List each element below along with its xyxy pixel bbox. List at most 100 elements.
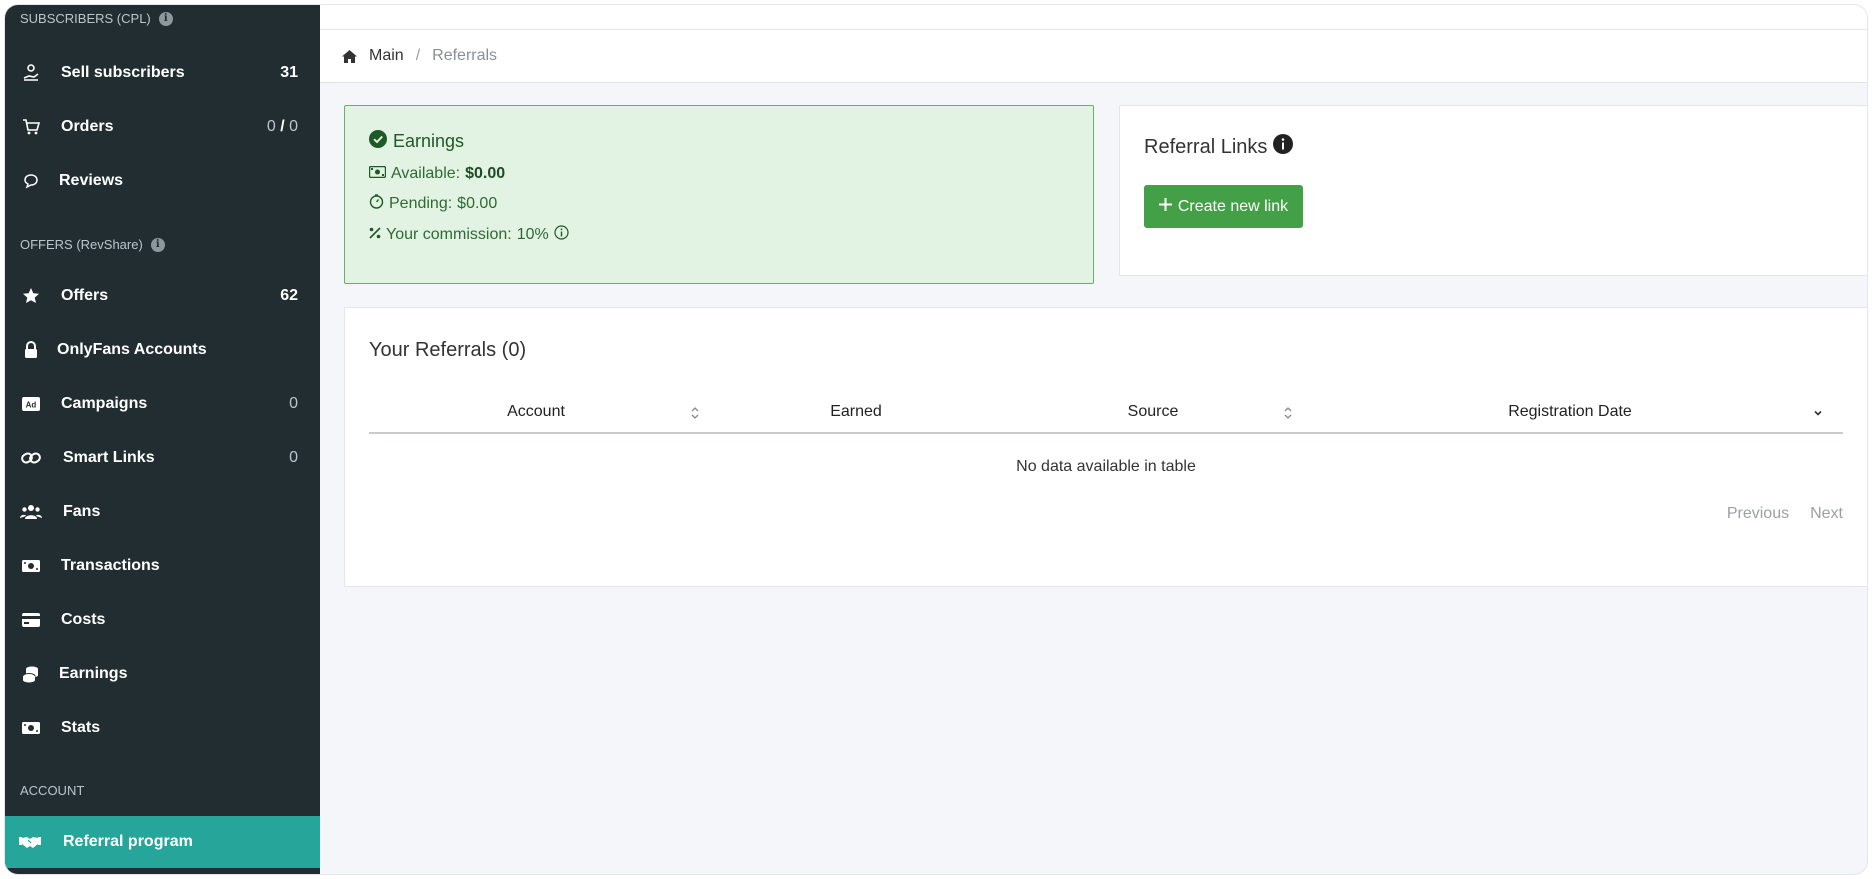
pagination: Previous Next <box>1727 505 1843 523</box>
create-new-link-button[interactable]: Create new link <box>1144 185 1303 228</box>
link-icon <box>20 447 42 469</box>
sidebar-item-costs[interactable]: Costs <box>5 595 320 645</box>
commission-label: Your commission: <box>386 226 512 243</box>
sidebar-item-referral-program[interactable]: Referral program <box>5 816 320 868</box>
column-header-earned[interactable]: Earned <box>703 392 1009 432</box>
column-header-source[interactable]: Source <box>1009 392 1297 432</box>
section-title: ACCOUNT <box>20 783 85 798</box>
sidebar-item-count: 0 <box>289 395 298 412</box>
sidebar-item-label: Offers <box>61 287 109 304</box>
sidebar: SUBSCRIBERS (CPL) i Sell subscribers 31 … <box>5 5 320 874</box>
section-header-account: ACCOUNT <box>20 783 84 798</box>
commission-value: 10% <box>516 226 549 243</box>
sidebar-item-sell-subscribers[interactable]: Sell subscribers 31 <box>5 48 320 98</box>
breadcrumb-main-link[interactable]: Main <box>369 47 404 65</box>
sidebar-item-label: Smart Links <box>63 449 155 466</box>
section-header-offers: OFFERS (RevShare) i <box>20 237 165 252</box>
sidebar-item-label: Earnings <box>59 665 128 682</box>
breadcrumb-current: Referrals <box>432 47 498 64</box>
orders-count-separator: / <box>280 118 285 135</box>
referral-links-title-row: Referral Links <box>1144 134 1843 160</box>
section-title: OFFERS (RevShare) <box>20 237 143 252</box>
cart-icon <box>20 116 42 138</box>
check-circle-icon <box>369 130 387 153</box>
available-label: Available: <box>391 165 461 182</box>
sidebar-item-label: Stats <box>61 719 101 736</box>
table-header: Account Earned Source Registration Date <box>369 392 1843 434</box>
column-header-label: Account <box>507 403 565 420</box>
money-bill-icon <box>368 165 387 183</box>
orders-count-current: 0 <box>266 118 276 135</box>
earnings-title: Earnings <box>393 131 465 151</box>
orders-count-total: 0 <box>289 118 298 135</box>
star-icon <box>20 285 42 307</box>
timer-icon <box>369 194 384 214</box>
ad-icon: Ad <box>20 393 42 415</box>
info-icon[interactable] <box>1273 134 1294 160</box>
sidebar-item-fans[interactable]: Fans <box>5 487 320 537</box>
coins-icon <box>20 663 42 685</box>
sidebar-item-orders[interactable]: Orders 0 / 0 <box>5 102 320 152</box>
breadcrumb: Main / Referrals <box>320 30 1867 83</box>
pending-label: Pending: <box>389 195 453 212</box>
column-header-label: Source <box>1127 403 1179 420</box>
sidebar-item-label: OnlyFans Accounts <box>57 341 207 358</box>
sidebar-item-label: Fans <box>63 503 101 520</box>
section-title: SUBSCRIBERS (CPL) <box>20 11 151 26</box>
sidebar-item-stats[interactable]: Stats <box>5 703 320 753</box>
info-icon[interactable]: i <box>150 237 165 252</box>
pagination-next[interactable]: Next <box>1810 505 1843 523</box>
earnings-commission-row: Your commission: 10% <box>369 225 1069 245</box>
money-bill-icon <box>20 717 42 739</box>
earnings-card: Earnings Available: $0.00 Pending: $0.00 <box>344 105 1094 284</box>
sidebar-item-count: 62 <box>280 287 298 304</box>
users-icon <box>20 501 42 523</box>
sidebar-item-campaigns[interactable]: Ad Campaigns 0 <box>5 379 320 429</box>
plus-icon <box>1158 197 1172 216</box>
sidebar-item-earnings[interactable]: Earnings <box>5 649 320 699</box>
app-window: SUBSCRIBERS (CPL) i Sell subscribers 31 … <box>4 4 1868 875</box>
sidebar-item-label: Referral program <box>63 833 193 850</box>
column-header-label: Registration Date <box>1508 403 1632 420</box>
sidebar-item-onlyfans-accounts[interactable]: OnlyFans Accounts <box>5 325 320 375</box>
referrals-table-card: Your Referrals (0) Account Earned Source… <box>344 307 1867 587</box>
handshake-icon <box>19 831 41 853</box>
breadcrumb-separator: / <box>415 47 421 64</box>
sort-icon[interactable] <box>690 404 700 422</box>
available-value: $0.00 <box>465 165 506 182</box>
sidebar-item-count: 0 <box>289 449 298 466</box>
info-icon[interactable]: i <box>158 11 173 26</box>
svg-text:Ad: Ad <box>26 401 37 410</box>
sidebar-item-offers[interactable]: Offers 62 <box>5 271 320 321</box>
earnings-pending-row: Pending: $0.00 <box>369 194 1069 214</box>
home-icon[interactable] <box>342 49 357 63</box>
sidebar-item-reviews[interactable]: Reviews <box>5 156 320 206</box>
credit-card-icon <box>20 609 42 631</box>
sidebar-item-label: Campaigns <box>61 395 148 412</box>
section-header-subscribers: SUBSCRIBERS (CPL) i <box>20 11 173 26</box>
sidebar-item-label: Transactions <box>61 557 160 574</box>
earnings-title-row: Earnings <box>369 130 1069 153</box>
column-header-account[interactable]: Account <box>369 392 703 432</box>
comment-icon <box>20 170 42 192</box>
earnings-available-row: Available: $0.00 <box>368 165 1069 183</box>
sidebar-item-smart-links[interactable]: Smart Links 0 <box>5 433 320 483</box>
sort-icon[interactable] <box>1283 404 1293 422</box>
pagination-previous[interactable]: Previous <box>1727 505 1789 523</box>
sidebar-item-label: Sell subscribers <box>61 64 185 81</box>
percent-icon <box>369 226 381 244</box>
column-header-label: Earned <box>830 403 882 420</box>
money-bill-icon <box>20 555 42 577</box>
lock-icon <box>20 339 42 361</box>
column-header-registration-date[interactable]: Registration Date <box>1297 392 1843 432</box>
sidebar-item-label: Reviews <box>59 172 124 189</box>
sidebar-item-count: 0 / 0 <box>267 118 298 136</box>
table-empty-message: No data available in table <box>1016 458 1196 475</box>
referral-links-card: Referral Links Create new link <box>1119 105 1867 276</box>
sort-desc-icon[interactable] <box>1813 404 1823 422</box>
info-circle-icon[interactable] <box>554 225 569 245</box>
sidebar-item-transactions[interactable]: Transactions <box>5 541 320 591</box>
top-navbar <box>320 5 1867 30</box>
pending-value: $0.00 <box>457 195 498 212</box>
sidebar-item-count: 31 <box>280 64 298 81</box>
